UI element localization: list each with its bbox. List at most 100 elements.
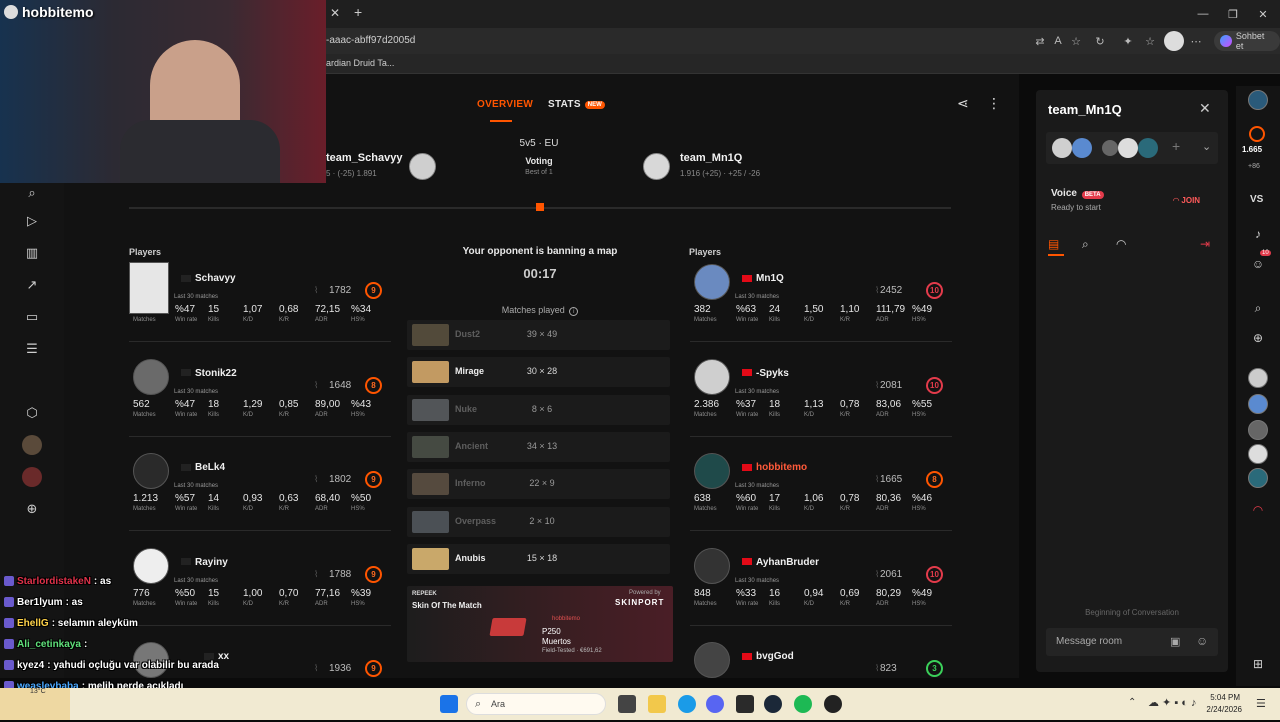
taskbar-search[interactable]: ⌕ Ara: [466, 693, 606, 715]
leave-icon[interactable]: ⇥: [1200, 237, 1210, 251]
map-row[interactable]: Ancient 34 × 13: [407, 431, 670, 462]
map-row[interactable]: Anubis 15 × 18: [407, 543, 670, 574]
add-club-icon[interactable]: ⊕: [22, 499, 42, 519]
favorite-star-icon[interactable]: ☆: [1068, 33, 1084, 49]
favorites-icon[interactable]: ☆: [1142, 33, 1158, 49]
player-name[interactable]: hobbitemo: [742, 462, 807, 473]
feed-icon[interactable]: ☰: [22, 339, 42, 359]
stats-icon[interactable]: ↗: [22, 275, 42, 295]
team-left-name[interactable]: team_Schavyy: [326, 152, 402, 164]
team-right-name[interactable]: team_Mn1Q: [680, 152, 742, 164]
friend-avatar[interactable]: [1248, 368, 1268, 388]
notification-center-icon[interactable]: ☰: [1256, 697, 1266, 710]
player-name[interactable]: Schavyy: [181, 273, 236, 284]
player-avatar[interactable]: [694, 264, 730, 300]
vs-label[interactable]: VS: [1250, 194, 1263, 205]
minimize-icon[interactable]: —: [1188, 0, 1218, 28]
play-icon[interactable]: ▷: [22, 211, 42, 231]
tab-overview[interactable]: OVERVIEW: [477, 99, 533, 110]
player-card[interactable]: Schavyy ⌇ 1782 9 Last 30 matches 311 Matches %4…: [129, 262, 391, 344]
maximize-icon[interactable]: ❐: [1218, 0, 1248, 28]
map-row[interactable]: Mirage 30 × 28: [407, 357, 670, 388]
close-panel-icon[interactable]: ✕: [1199, 100, 1211, 117]
info-icon[interactable]: i: [569, 307, 579, 316]
search-players-icon[interactable]: ⌕: [22, 183, 42, 203]
tab-stats[interactable]: STATS NEW: [548, 99, 605, 110]
chevron-down-icon[interactable]: ⌄: [1202, 140, 1211, 153]
member-avatar[interactable]: [1118, 138, 1138, 158]
menu-dots-icon[interactable]: ⋮: [987, 95, 1001, 112]
player-name[interactable]: Mn1Q: [742, 273, 784, 284]
clock-date[interactable]: 2/24/2026: [1200, 705, 1242, 714]
player-name[interactable]: AyhanBruder: [742, 557, 819, 568]
club-avatar-2[interactable]: [22, 467, 42, 487]
reader-icon[interactable]: A: [1050, 33, 1066, 49]
terminal-icon[interactable]: [736, 695, 754, 713]
player-avatar[interactable]: [694, 547, 730, 584]
player-name[interactable]: BeLk4: [181, 462, 225, 473]
steam-icon[interactable]: [764, 695, 782, 713]
player-name[interactable]: bvgGod: [742, 651, 794, 662]
chat-tab-icon[interactable]: ▤: [1048, 237, 1059, 251]
edge-icon[interactable]: [678, 695, 696, 713]
player-avatar[interactable]: [694, 453, 730, 489]
user-avatar[interactable]: [1248, 90, 1268, 110]
friends-icon[interactable]: ☺: [1248, 254, 1268, 274]
search-tab-icon[interactable]: ⌕: [1082, 237, 1089, 252]
close-window-icon[interactable]: ✕: [1248, 0, 1278, 28]
voice-tab-icon[interactable]: ◠: [1116, 237, 1126, 251]
club-avatar[interactable]: [22, 435, 42, 455]
leaderboard-icon[interactable]: ▥: [22, 243, 42, 263]
member-avatar[interactable]: [1138, 138, 1158, 158]
map-row[interactable]: Nuke 8 × 6: [407, 394, 670, 425]
player-name[interactable]: Rayiny: [181, 557, 228, 568]
member-avatar[interactable]: [1072, 138, 1092, 158]
player-name[interactable]: Stonik22: [181, 368, 237, 379]
add-friend-icon[interactable]: ⊕: [1248, 328, 1268, 348]
player-avatar[interactable]: [694, 358, 730, 395]
copilot-button[interactable]: Sohbet et: [1214, 31, 1280, 51]
friend-avatar[interactable]: [1248, 420, 1268, 440]
task-view-icon[interactable]: [618, 695, 636, 713]
clubs-icon[interactable]: ⬡: [22, 403, 42, 423]
more-icon[interactable]: ⋯: [1188, 33, 1204, 49]
player-avatar[interactable]: [133, 453, 169, 489]
file-explorer-icon[interactable]: [648, 695, 666, 713]
image-upload-icon[interactable]: ▣: [1170, 635, 1180, 648]
player-card[interactable]: BeLk4 ⌇ 1802 9 Last 30 matches 1.213 Matches %5…: [129, 451, 391, 533]
member-avatar[interactable]: [1102, 140, 1118, 156]
watch-icon[interactable]: ▭: [22, 307, 42, 327]
share-icon[interactable]: ⋖: [957, 95, 969, 112]
close-tab-icon[interactable]: ✕: [330, 6, 340, 20]
join-voice-button[interactable]: ◠ JOIN: [1173, 196, 1200, 205]
friend-avatar[interactable]: [1248, 394, 1268, 414]
translate-icon[interactable]: ⇄: [1032, 33, 1048, 49]
friend-avatar[interactable]: [1248, 444, 1268, 464]
player-avatar[interactable]: [133, 358, 169, 395]
emoji-icon[interactable]: ☺: [1196, 634, 1208, 648]
member-avatar[interactable]: [1052, 138, 1072, 158]
find-players-icon[interactable]: ⌕: [1248, 298, 1268, 318]
notifications-icon[interactable]: ♪: [1248, 224, 1268, 244]
extensions-icon[interactable]: ✦: [1120, 33, 1136, 49]
player-name[interactable]: -Spyks: [742, 368, 789, 379]
refresh-icon[interactable]: ↻: [1092, 33, 1108, 49]
player-card[interactable]: hobbitemo ⌇ 1665 8 Last 30 matches 638 Matches…: [690, 451, 952, 533]
url-text[interactable]: -aaac-abff97d2005d: [326, 35, 415, 46]
discord-icon[interactable]: [706, 695, 724, 713]
tray-icons[interactable]: ☁ ✦ ▪ ◐ ♪: [1148, 696, 1197, 709]
player-card[interactable]: -Spyks ⌇ 2081 10 Last 30 matches 2.386 Matches…: [690, 357, 952, 439]
profile-avatar[interactable]: [1164, 31, 1184, 51]
new-tab-icon[interactable]: +: [354, 4, 362, 20]
player-card[interactable]: Mn1Q ⌇ 2452 10 Last 30 matches 382 Matches %63 W…: [690, 262, 952, 344]
player-card[interactable]: Stonik22 ⌇ 1648 8 Last 30 matches 562 Matches%…: [129, 357, 391, 439]
clock-time[interactable]: 5:04 PM: [1210, 693, 1240, 702]
obs-icon[interactable]: [824, 695, 842, 713]
add-member-icon[interactable]: +: [1172, 138, 1180, 154]
spotify-icon[interactable]: [794, 695, 812, 713]
start-icon[interactable]: [440, 695, 458, 713]
skin-of-the-match-card[interactable]: REPEEK Skin Of The Match Powered by SKIN…: [407, 586, 673, 662]
message-input[interactable]: Message room ▣ ☺: [1046, 628, 1218, 656]
map-row[interactable]: Overpass 2 × 10: [407, 506, 670, 537]
voice-headset-icon[interactable]: ◠: [1248, 500, 1268, 520]
